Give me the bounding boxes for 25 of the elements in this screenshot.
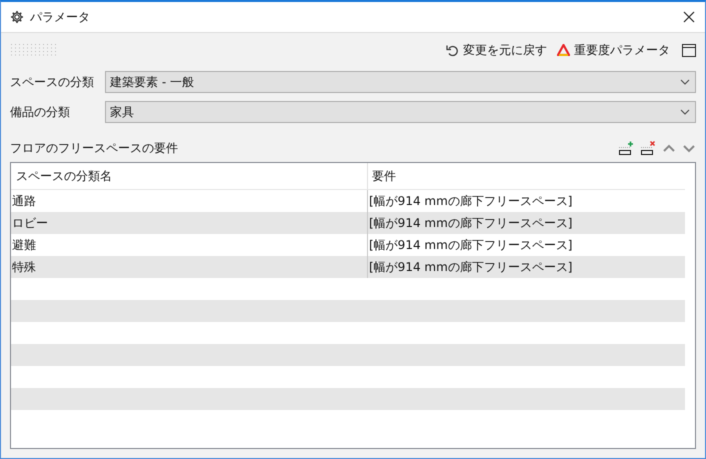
table-cell-text: [幅が914 mmの廊下フリースペース] (368, 192, 572, 210)
severity-parameters-button[interactable]: 重要度パラメータ (555, 42, 672, 58)
table-cell-text: [幅が914 mmの廊下フリースペース] (368, 258, 572, 276)
undo-icon (446, 44, 459, 56)
close-icon[interactable] (683, 11, 695, 23)
table-cell-text: [幅が914 mmの廊下フリースペース] (368, 214, 572, 232)
dropdown[interactable]: 建築要素 - 一般 (105, 71, 696, 93)
chevron-down-icon (680, 79, 690, 85)
dropdown[interactable]: 家具 (105, 101, 696, 123)
undo-button[interactable]: 変更を元に戻す (444, 42, 549, 58)
table-cell-text: [幅が914 mmの廊下フリースペース] (368, 236, 572, 254)
window-icon[interactable] (682, 44, 696, 56)
window-title: パラメータ (30, 8, 91, 26)
table-cell: ロビー (11, 212, 368, 234)
warning-triangle-icon (557, 44, 570, 56)
column-header[interactable]: 要件 (368, 163, 396, 189)
chevron-down-icon (680, 109, 690, 115)
field-label: スペースの分類 (10, 74, 95, 90)
field-label: 備品の分類 (10, 104, 71, 120)
section-title: フロアのフリースペースの要件 (10, 140, 178, 156)
add-row-icon[interactable] (618, 140, 634, 156)
table-cell: 特殊 (11, 256, 368, 278)
settings-icon (10, 10, 24, 24)
column-header[interactable]: スペースの分類名 (11, 163, 368, 189)
delete-row-icon[interactable] (640, 140, 656, 156)
